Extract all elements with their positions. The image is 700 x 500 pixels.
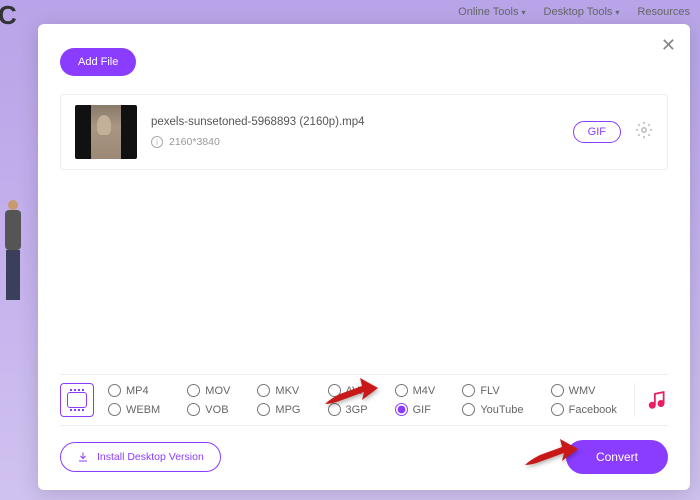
- file-name: pexels-sunsetoned-5968893 (2160p).mp4: [151, 116, 559, 128]
- format-option-mpg[interactable]: MPG: [257, 403, 307, 416]
- file-resolution: 2160*3840: [169, 136, 220, 148]
- chevron-down-icon: ▾: [615, 8, 619, 17]
- illustration: [0, 200, 25, 320]
- info-icon[interactable]: i: [151, 136, 163, 148]
- format-section: MP4 MOV MKV AVI M4V FLV WMV WEBM VOB MPG 3GP GIF You…: [60, 374, 668, 426]
- format-option-mov[interactable]: MOV: [187, 384, 237, 397]
- converter-modal: ✕ Add File pexels-sunsetoned-5968893 (21…: [38, 24, 690, 490]
- file-row: pexels-sunsetoned-5968893 (2160p).mp4 i …: [60, 94, 668, 170]
- nav-online-tools[interactable]: Online Tools▾: [458, 6, 525, 18]
- video-icon[interactable]: [60, 383, 94, 417]
- format-option-gif[interactable]: GIF: [395, 403, 443, 416]
- format-option-avi[interactable]: AVI: [328, 384, 375, 397]
- gear-icon[interactable]: [635, 121, 653, 144]
- file-thumbnail: [75, 105, 137, 159]
- format-option-mkv[interactable]: MKV: [257, 384, 307, 397]
- format-option-facebook[interactable]: Facebook: [551, 403, 624, 416]
- close-icon[interactable]: ✕: [661, 36, 676, 54]
- format-option-youtube[interactable]: YouTube: [462, 403, 530, 416]
- install-desktop-button[interactable]: Install Desktop Version: [60, 442, 221, 472]
- download-icon: [77, 451, 89, 463]
- music-icon[interactable]: [634, 383, 668, 417]
- format-badge[interactable]: GIF: [573, 121, 621, 143]
- format-option-flv[interactable]: FLV: [462, 384, 530, 397]
- brand-letter: C: [0, 0, 17, 31]
- format-option-webm[interactable]: WEBM: [108, 403, 167, 416]
- format-option-wmv[interactable]: WMV: [551, 384, 624, 397]
- nav-desktop-tools[interactable]: Desktop Tools▾: [544, 6, 620, 18]
- top-nav: Online Tools▾ Desktop Tools▾ Resources: [458, 6, 690, 18]
- format-option-vob[interactable]: VOB: [187, 403, 237, 416]
- chevron-down-icon: ▾: [522, 8, 526, 17]
- format-option-m4v[interactable]: M4V: [395, 384, 443, 397]
- nav-resources[interactable]: Resources: [637, 6, 690, 18]
- format-option-3gp[interactable]: 3GP: [328, 403, 375, 416]
- convert-button[interactable]: Convert: [566, 440, 668, 474]
- add-file-button[interactable]: Add File: [60, 48, 136, 76]
- format-option-mp4[interactable]: MP4: [108, 384, 167, 397]
